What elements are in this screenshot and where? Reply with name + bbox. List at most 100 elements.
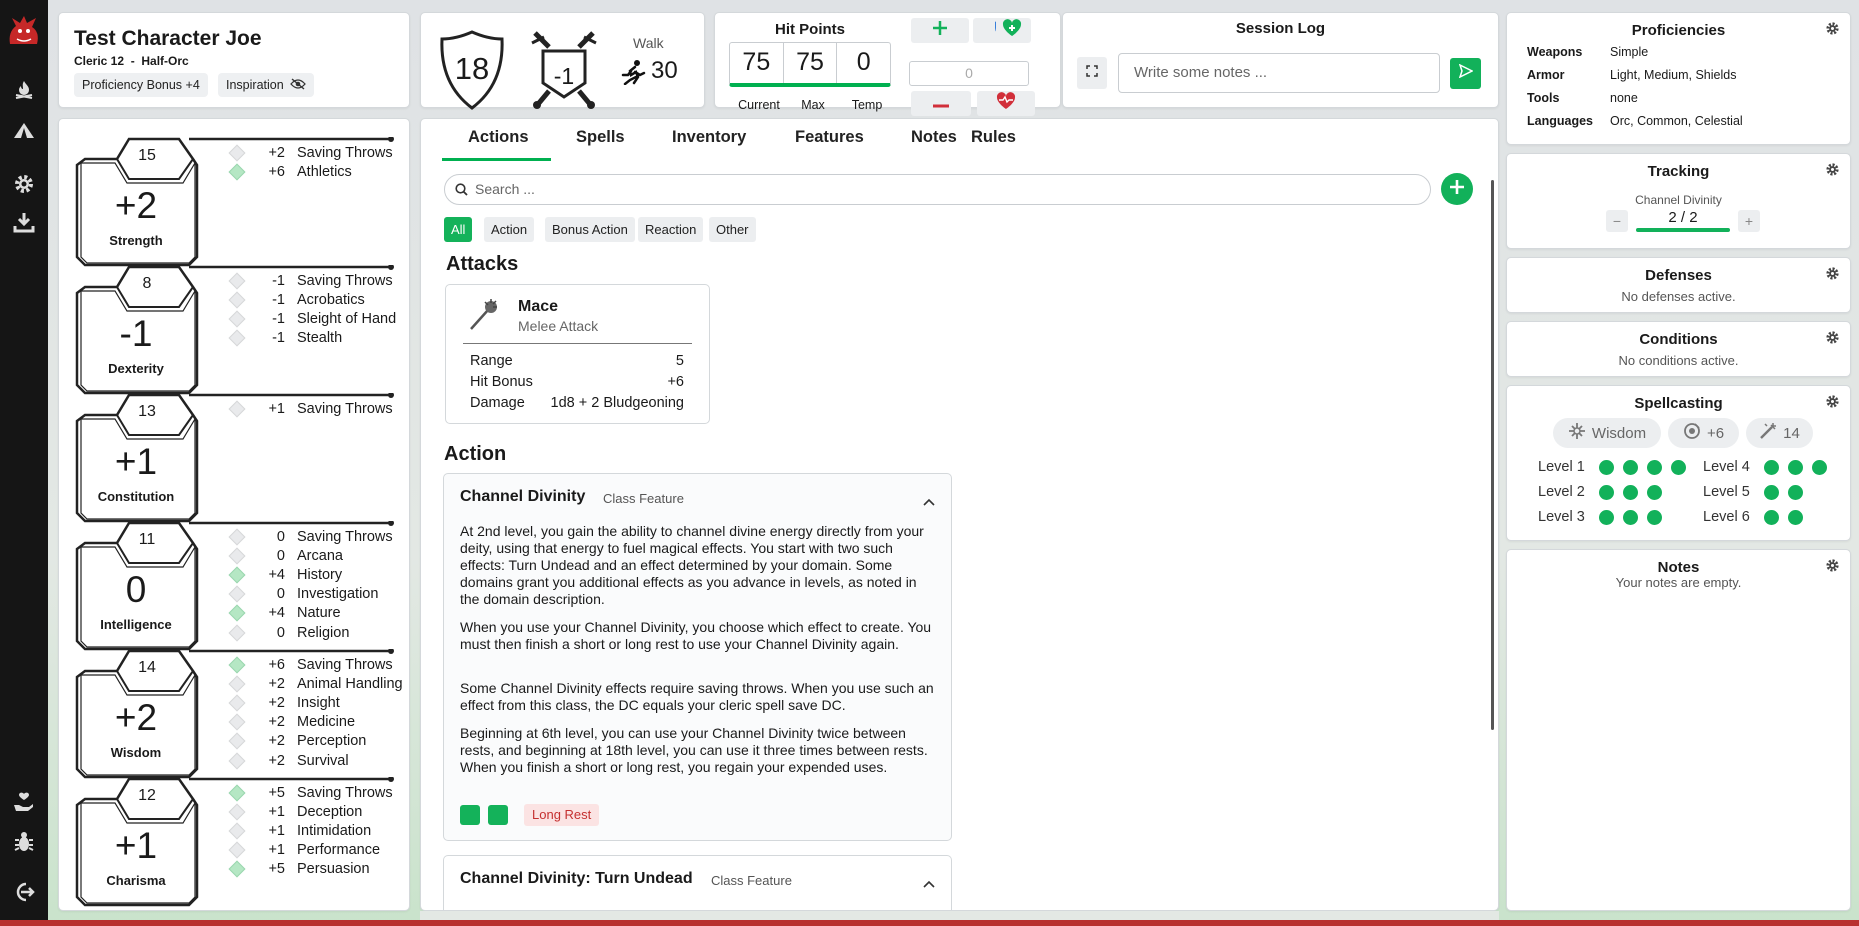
skill-row[interactable]: 0 Saving Throws — [228, 527, 393, 546]
ability-score[interactable]: 14 — [117, 659, 177, 677]
skill-row[interactable]: +5 Persuasion — [228, 860, 370, 879]
ability-score[interactable]: 15 — [117, 147, 177, 165]
spell-slot-dot[interactable] — [1647, 484, 1662, 500]
spell-slot-dot[interactable] — [1623, 484, 1638, 500]
ability-score[interactable]: 12 — [117, 787, 177, 805]
hp-temp[interactable]: 0 — [837, 43, 890, 83]
spell-slot-dot[interactable] — [1788, 459, 1803, 475]
proficiency-marker[interactable] — [228, 860, 246, 878]
gear-icon[interactable] — [1825, 266, 1840, 281]
hp-current[interactable]: 75 — [730, 43, 784, 83]
proficiency-marker[interactable] — [228, 547, 246, 565]
tab-rules[interactable]: Rules — [971, 128, 1016, 147]
tracker-decrement[interactable]: − — [1606, 210, 1628, 232]
skill-row[interactable]: +4 Nature — [228, 604, 341, 623]
proficiency-marker[interactable] — [228, 163, 246, 181]
session-note-input[interactable]: Write some notes ... — [1118, 53, 1440, 93]
spell-slot-dot[interactable] — [1647, 459, 1662, 475]
filter-reaction[interactable]: Reaction — [638, 217, 704, 242]
hp-change-input[interactable]: 0 — [909, 61, 1029, 86]
proficiency-marker[interactable] — [228, 329, 246, 347]
ability-score[interactable]: 8 — [117, 275, 177, 293]
inspiration-toggle[interactable]: Inspiration — [218, 73, 314, 97]
skill-row[interactable]: +2 Insight — [228, 693, 340, 712]
filter-other[interactable]: Other — [709, 217, 756, 242]
expand-button[interactable] — [1077, 57, 1107, 89]
use-checkbox[interactable] — [488, 805, 508, 825]
proficiency-marker[interactable] — [228, 528, 246, 545]
spell-slot-dot[interactable] — [1788, 509, 1803, 525]
proficiency-marker[interactable] — [228, 784, 246, 801]
proficiency-marker[interactable] — [228, 291, 246, 309]
skill-row[interactable]: +1 Intimidation — [228, 821, 371, 840]
skill-row[interactable]: +1 Performance — [228, 841, 380, 860]
skill-row[interactable]: +1 Saving Throws — [228, 399, 393, 418]
spell-slot-dot[interactable] — [1764, 484, 1779, 500]
skill-row[interactable]: 0 Arcana — [228, 546, 343, 565]
damage-button[interactable] — [911, 91, 971, 116]
spell-slot-dot[interactable] — [1647, 509, 1662, 525]
filter-all[interactable]: All — [444, 217, 473, 242]
spell-slot-dot[interactable] — [1623, 509, 1638, 525]
spell-slot-dot[interactable] — [1764, 459, 1779, 475]
proficiency-marker[interactable] — [228, 732, 246, 750]
tab-actions[interactable]: Actions — [468, 128, 529, 147]
tab-inventory[interactable]: Inventory — [672, 128, 746, 147]
gear-icon[interactable] — [10, 170, 38, 198]
tent-icon[interactable] — [10, 116, 38, 144]
attack-card-mace[interactable]: Mace Melee Attack Range 5 Hit Bonus +6 Dam… — [445, 284, 710, 424]
proficiency-marker[interactable] — [228, 310, 246, 328]
tracker-increment[interactable]: + — [1738, 210, 1760, 232]
filter-action[interactable]: Action — [484, 217, 535, 242]
skill-row[interactable]: +2 Medicine — [228, 713, 355, 732]
skill-row[interactable]: +5 Saving Throws — [228, 783, 393, 802]
proficiency-marker[interactable] — [228, 675, 246, 693]
proficiency-marker[interactable] — [228, 272, 246, 289]
gear-icon[interactable] — [1825, 394, 1840, 409]
gear-icon[interactable] — [1825, 21, 1840, 36]
proficiency-marker[interactable] — [228, 624, 246, 641]
logout-icon[interactable] — [10, 878, 38, 906]
death-save-button[interactable] — [977, 91, 1035, 116]
skill-row[interactable]: +2 Animal Handling — [228, 674, 403, 693]
ability-score[interactable]: 11 — [117, 531, 177, 549]
dragon-logo-icon[interactable] — [6, 14, 42, 48]
use-checkbox[interactable] — [460, 805, 480, 825]
tab-spells[interactable]: Spells — [576, 128, 625, 147]
skill-row[interactable]: +6 Saving Throws — [228, 655, 393, 674]
download-icon[interactable] — [10, 208, 38, 236]
proficiency-marker[interactable] — [228, 656, 246, 673]
chevron-up-icon[interactable] — [923, 875, 935, 888]
proficiency-marker[interactable] — [228, 144, 246, 161]
campfire-icon[interactable] — [10, 76, 38, 104]
gear-icon[interactable] — [1825, 330, 1840, 345]
skill-row[interactable]: +2 Perception — [228, 732, 366, 751]
search-input[interactable]: Search ... — [444, 174, 1431, 205]
skill-row[interactable]: +2 Saving Throws — [228, 143, 393, 162]
gear-icon[interactable] — [1825, 162, 1840, 177]
spell-slot-dot[interactable] — [1812, 459, 1827, 475]
send-button[interactable] — [1450, 58, 1481, 89]
proficiency-marker[interactable] — [228, 400, 246, 417]
skill-row[interactable]: +6 Athletics — [228, 162, 352, 181]
initiative[interactable]: -1 — [529, 29, 599, 111]
heal-button[interactable] — [911, 18, 969, 43]
skill-row[interactable]: +1 Deception — [228, 802, 362, 821]
ability-score[interactable]: 13 — [117, 403, 177, 421]
gear-icon[interactable] — [1825, 558, 1840, 573]
proficiency-marker[interactable] — [228, 713, 246, 731]
spell-slot-dot[interactable] — [1599, 459, 1614, 475]
add-action-button[interactable] — [1441, 173, 1473, 205]
skill-row[interactable]: -1 Stealth — [228, 329, 342, 348]
spell-slot-dot[interactable] — [1671, 459, 1686, 475]
chevron-up-icon[interactable] — [923, 493, 935, 506]
spell-slot-dot[interactable] — [1599, 484, 1614, 500]
skill-row[interactable]: +2 Survival — [228, 751, 349, 770]
spell-slot-dot[interactable] — [1788, 484, 1803, 500]
proficiency-marker[interactable] — [228, 841, 246, 859]
filter-bonus-action[interactable]: Bonus Action — [545, 217, 635, 242]
tab-features[interactable]: Features — [795, 128, 864, 147]
skill-row[interactable]: +4 History — [228, 565, 342, 584]
spell-slot-dot[interactable] — [1623, 459, 1638, 475]
skill-row[interactable]: 0 Investigation — [228, 585, 378, 604]
